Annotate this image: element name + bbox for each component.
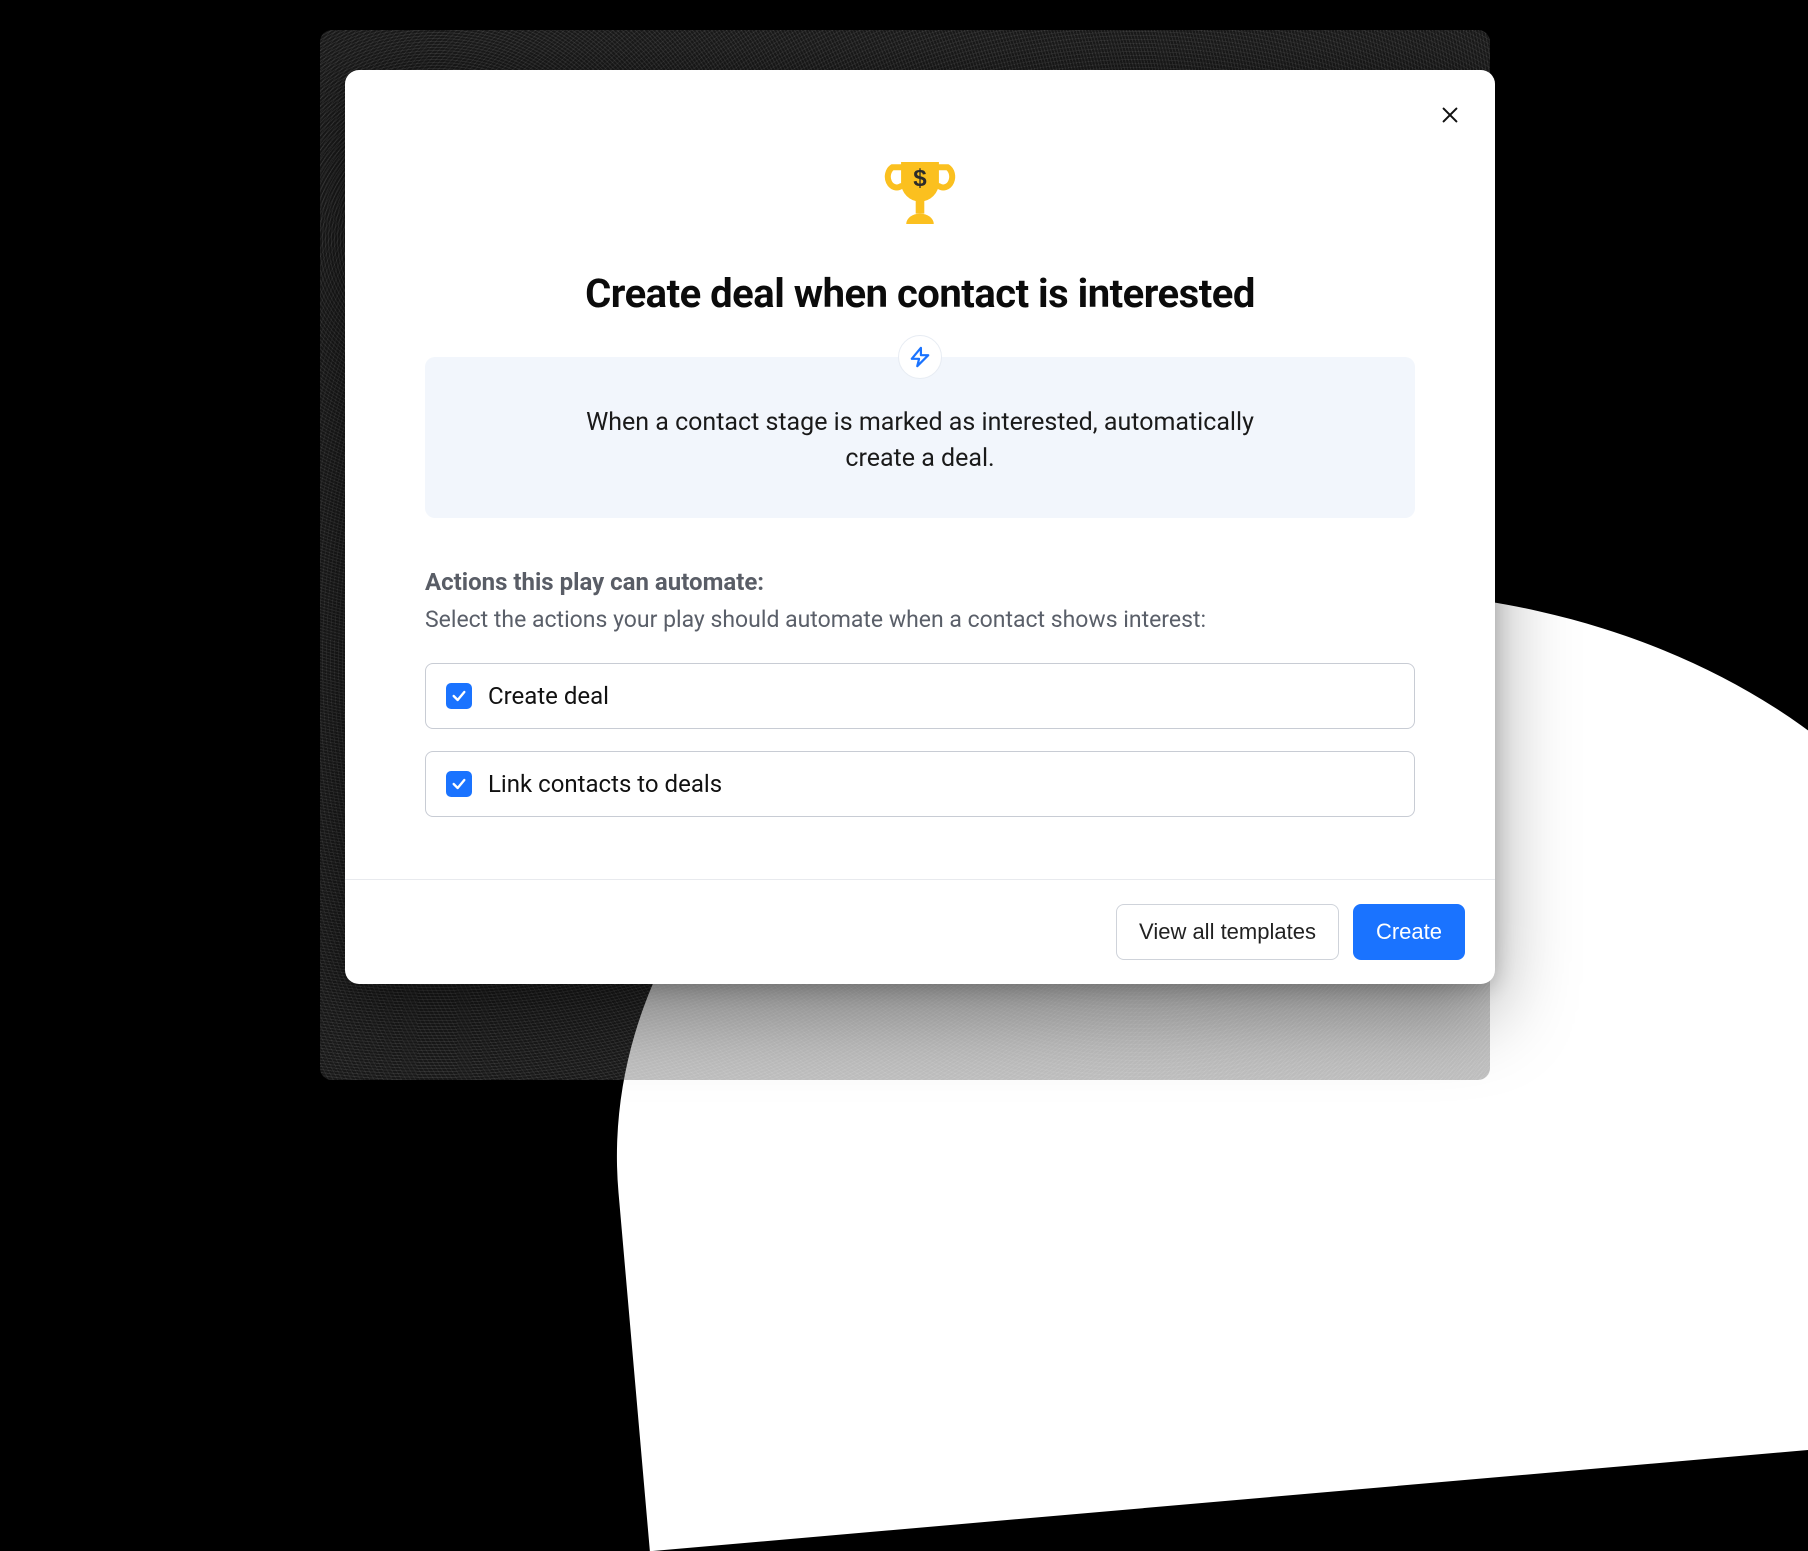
view-templates-button[interactable]: View all templates [1116,904,1339,960]
create-deal-modal: $ Create deal when contact is interested… [345,70,1495,984]
close-icon [1439,104,1461,126]
section-subtext: Select the actions your play should auto… [425,606,1415,633]
description-text: When a contact stage is marked as intere… [560,405,1280,478]
checkbox-create-deal[interactable] [446,683,472,709]
option-link-contacts[interactable]: Link contacts to deals [425,751,1415,817]
close-button[interactable] [1433,98,1467,132]
option-label: Link contacts to deals [488,770,722,798]
svg-text:$: $ [913,165,927,192]
modal-body: $ Create deal when contact is interested… [345,70,1495,879]
trophy-icon: $ [877,150,963,240]
check-icon [451,776,467,792]
modal-title: Create deal when contact is interested [585,270,1255,317]
lightning-badge [898,335,942,379]
lightning-icon [909,346,931,368]
option-label: Create deal [488,682,609,710]
actions-section: Actions this play can automate: Select t… [425,568,1415,839]
create-button[interactable]: Create [1353,904,1465,960]
section-heading: Actions this play can automate: [425,568,1415,596]
checkbox-link-contacts[interactable] [446,771,472,797]
modal-footer: View all templates Create [345,879,1495,984]
option-create-deal[interactable]: Create deal [425,663,1415,729]
description-card: When a contact stage is marked as intere… [425,357,1415,518]
check-icon [451,688,467,704]
